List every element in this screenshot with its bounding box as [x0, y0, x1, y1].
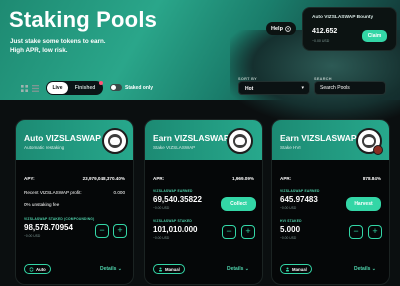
chevron-down-icon: ▾ [301, 85, 304, 91]
earned-value: 69,540.35822 [153, 195, 202, 204]
pool-card-earn-vizslaswap: Earn VIZSLASWAP Stake VIZSLASWAP APR: 1,… [144, 119, 263, 285]
staked-usd: ~0.00 USD [24, 234, 41, 238]
help-label: Help [271, 25, 283, 32]
tag-label: Manual [292, 266, 307, 272]
harvest-button[interactable]: Harvest [346, 197, 381, 211]
staked-value: 5.000 [280, 225, 301, 234]
manual-tag: Manual [153, 264, 185, 274]
minus-button[interactable]: − [222, 225, 236, 239]
chevron-down-icon: ⌄ [371, 266, 376, 272]
page-title: Staking Pools [9, 7, 158, 32]
sync-icon [29, 266, 34, 272]
manual-icon [159, 267, 162, 271]
card-subtitle: Automatic restaking [24, 145, 65, 150]
auto-tag: Auto [24, 264, 51, 274]
help-icon: ? [285, 25, 291, 32]
plus-button[interactable]: + [368, 225, 382, 239]
manual-tag: Manual [280, 264, 312, 274]
tab-finished[interactable]: Finished [69, 82, 101, 94]
card-subtitle: Stake HVI [280, 145, 301, 150]
collect-button[interactable]: Collect [221, 197, 256, 211]
apy-label: APY: [24, 176, 35, 181]
subtitle-line-1: Just stake some tokens to earn. [10, 38, 106, 45]
bounty-card: Auto VIZSLASWAP Bounty 412.652 ~0.00 USD… [302, 7, 397, 51]
profit-label: Recent VIZSLASWAP profit: [24, 190, 82, 195]
details-label: Details [354, 266, 371, 272]
card-subtitle: Stake VIZSLASWAP [153, 145, 196, 150]
pool-card-auto: Auto VIZSLASWAP Automatic restaking APY:… [15, 119, 134, 285]
pool-toolbar: Live Finished Staked only SORT BY Hot ▾ … [0, 72, 400, 102]
notification-dot [99, 81, 103, 85]
bounty-usd: ~0.00 USD [312, 39, 330, 43]
card-header: Auto VIZSLASWAP Automatic restaking [16, 120, 133, 160]
sort-value: Hot [245, 86, 254, 92]
search-input[interactable] [314, 81, 386, 95]
staked-usd: ~0.00 USD [153, 236, 170, 240]
earned-label: VIZSLASWAP EARNED [280, 189, 320, 193]
staked-only-switch[interactable] [110, 84, 122, 91]
details-toggle[interactable]: Details ⌄ [354, 266, 376, 272]
vizsla-logo-icon [227, 128, 253, 154]
plus-button[interactable]: + [113, 224, 127, 238]
vizsla-logo-icon [102, 128, 128, 154]
claim-button[interactable]: Claim [362, 30, 387, 42]
vizsla-logo-icon [356, 128, 383, 155]
details-label: Details [227, 266, 244, 272]
apr-value: 878.84% [362, 176, 381, 181]
staked-label: HVI STAKED [280, 219, 302, 223]
sort-select[interactable]: Hot ▾ [238, 81, 310, 95]
chevron-down-icon: ⌄ [117, 266, 122, 272]
details-toggle[interactable]: Details ⌄ [227, 266, 249, 272]
staked-label: VIZSLASWAP STAKED (COMPOUNDING) [24, 217, 95, 221]
card-header: Earn VIZSLASWAP Stake HVI [272, 120, 389, 160]
unstaking-fee-label: 0% unstaking fee [24, 202, 60, 207]
svg-text:?: ? [287, 27, 289, 31]
staked-value: 101,010.000 [153, 225, 198, 234]
card-title: Earn VIZSLASWAP [280, 133, 357, 143]
bounty-value: 412.652 [312, 28, 338, 35]
profit-value: 0.000 [113, 190, 126, 195]
staked-value: 98,578.70954 [24, 223, 73, 232]
chevron-down-icon: ⌄ [244, 266, 249, 272]
card-header: Earn VIZSLASWAP Stake VIZSLASWAP [145, 120, 262, 160]
live-finished-toggle: Live Finished [46, 81, 103, 95]
tag-label: Auto [36, 266, 46, 272]
card-title: Earn VIZSLASWAP [153, 133, 230, 143]
card-footer: Auto Details ⌄ [16, 261, 133, 281]
apr-label: APR: [280, 176, 292, 181]
card-view-icon[interactable] [21, 85, 28, 92]
list-view-icon[interactable] [32, 85, 39, 92]
staked-only-label: Staked only [125, 85, 154, 91]
apr-value: 1,969.09% [232, 176, 254, 181]
tag-label: Manual [165, 266, 180, 272]
details-toggle[interactable]: Details ⌄ [100, 266, 122, 272]
minus-button[interactable]: − [349, 225, 363, 239]
apy-value: 23,979,048,370.40% [82, 176, 125, 181]
minus-button[interactable]: − [95, 224, 109, 238]
help-button[interactable]: Help ? [266, 22, 296, 35]
earned-value: 645.97483 [280, 195, 318, 204]
staked-usd: ~0.00 USD [280, 236, 297, 240]
manual-icon [286, 267, 289, 271]
details-label: Details [100, 266, 117, 272]
earned-usd: ~0.00 USD [280, 206, 297, 210]
bounty-title: Auto VIZSLASWAP Bounty [312, 15, 374, 20]
pool-card-earn-hvi: Earn VIZSLASWAP Stake HVI APR: 878.84% V… [271, 119, 390, 285]
card-footer: Manual Details ⌄ [145, 261, 262, 281]
earned-usd: ~0.00 USD [153, 206, 170, 210]
tab-live[interactable]: Live [47, 82, 68, 94]
card-title: Auto VIZSLASWAP [24, 133, 101, 143]
apr-label: APR: [153, 176, 165, 181]
plus-button[interactable]: + [241, 225, 255, 239]
card-footer: Manual Details ⌄ [272, 261, 389, 281]
staked-label: VIZSLASWAP STAKED [153, 219, 192, 223]
switch-knob [111, 85, 116, 90]
page-subtitle: Just stake some tokens to earn. High APR… [10, 38, 150, 55]
hvi-token-icon [373, 145, 383, 155]
subtitle-line-2: High APR, low risk. [10, 46, 68, 54]
earned-label: VIZSLASWAP EARNED [153, 189, 193, 193]
